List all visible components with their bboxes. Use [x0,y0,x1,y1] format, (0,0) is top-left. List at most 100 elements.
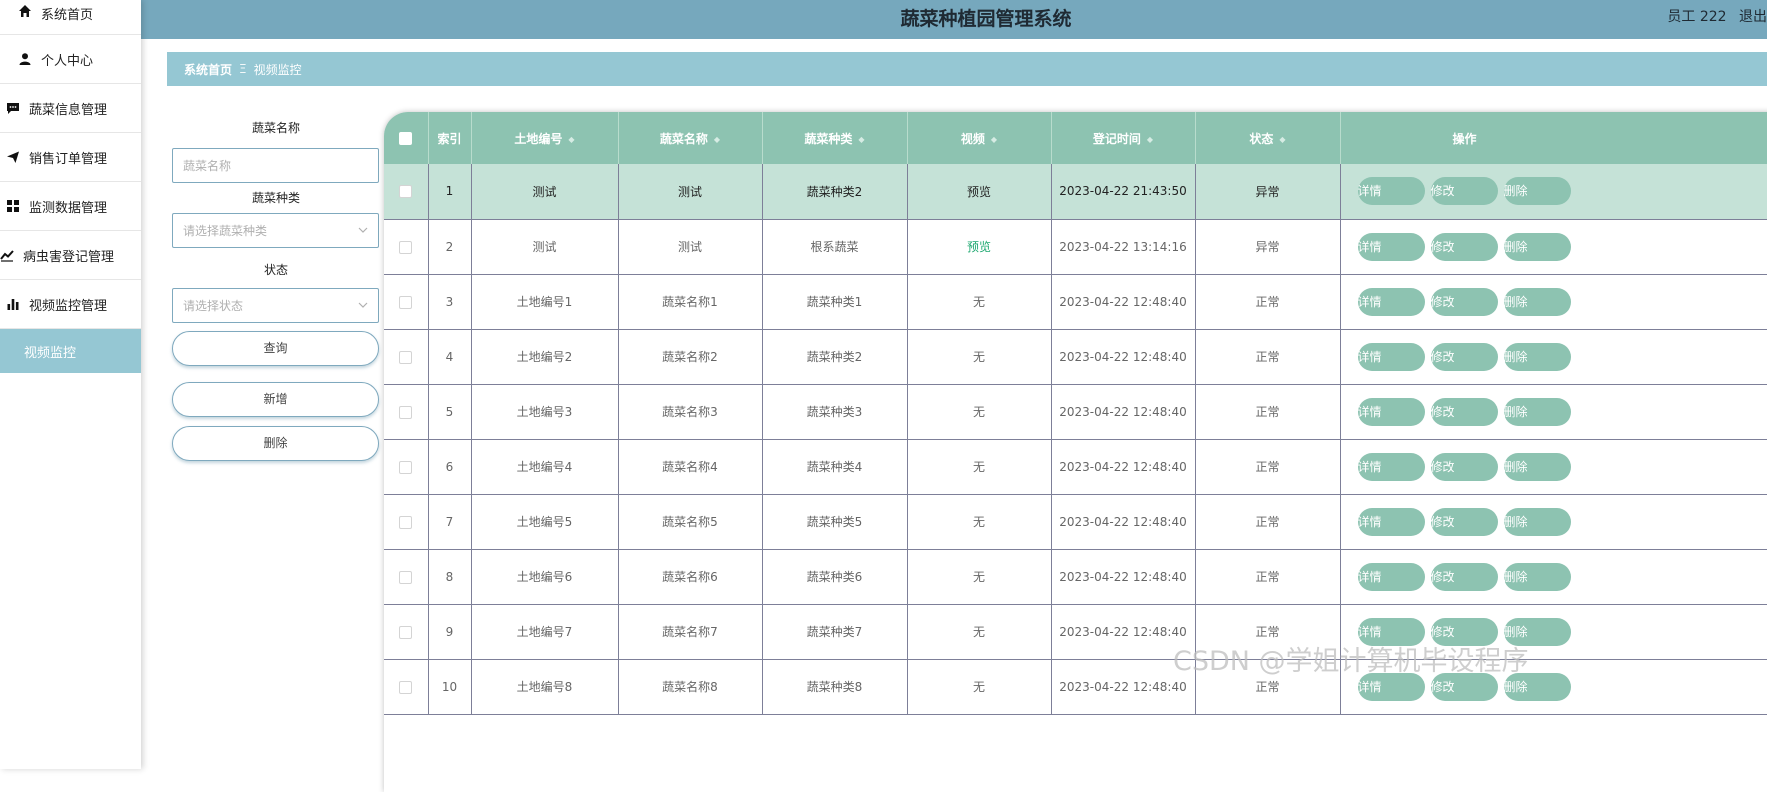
column-header[interactable]: 状态 ◆ [1195,112,1341,164]
edit-button[interactable]: 修改 [1430,452,1498,481]
detail-button[interactable]: 详情 [1357,177,1425,206]
table-row[interactable]: 6 土地编号4 蔬菜名称4 蔬菜种类4 无 2023-04-22 12:48:40 正常 详情… [384,439,1767,495]
column-header[interactable]: 蔬菜名称 ◆ [618,112,763,164]
register-time-cell: 2023-04-22 13:14:16 [1051,219,1196,275]
index-cell: 8 [428,549,472,605]
detail-button[interactable]: 详情 [1357,397,1425,426]
table-row[interactable]: 10 土地编号8 蔬菜名称8 蔬菜种类8 无 2023-04-22 12:48:40 正常详… [384,659,1767,715]
edit-button[interactable]: 修改 [1430,507,1498,536]
table-row[interactable]: 3 土地编号1 蔬菜名称1 蔬菜种类1 无 2023-04-22 12:48:40 正常 详情… [384,274,1767,330]
delete-button[interactable]: 删除 [1503,397,1571,426]
detail-button[interactable]: 详情 [1357,562,1425,591]
row-select-cell[interactable] [384,549,429,605]
video-cell[interactable]: 预览 [907,164,1052,220]
row-checkbox[interactable] [399,570,413,584]
row-select-cell[interactable] [384,439,429,495]
sort-icon[interactable]: ◆ [1279,135,1285,144]
column-header[interactable]: 土地编号 ◆ [471,112,619,164]
actions-cell: 详情 修改 删除 [1340,384,1767,440]
table-row[interactable]: 4 土地编号2 蔬菜名称2 蔬菜种类2 无 2023-04-22 12:48:40 正常 详情… [384,329,1767,385]
logout-link[interactable]: 退出 [1739,9,1767,25]
delete-button[interactable]: 删除 [1503,562,1571,591]
table-row[interactable]: 8 土地编号6 蔬菜名称6 蔬菜种类6 无 2023-04-22 12:48:40 正常 详情… [384,549,1767,605]
add-button[interactable]: 新增 [172,382,379,417]
column-header[interactable]: 蔬菜种类 ◆ [762,112,908,164]
video-cell[interactable]: 预览 [907,219,1052,275]
edit-button[interactable]: 修改 [1430,562,1498,591]
row-select-cell[interactable] [384,604,429,660]
status-select[interactable]: 请选择状态 [172,288,379,323]
row-select-cell[interactable] [384,659,429,715]
row-checkbox[interactable] [399,460,413,474]
row-checkbox[interactable] [399,295,413,309]
delete-button[interactable]: 删除 [1503,342,1571,371]
table-row[interactable]: 9 土地编号7 蔬菜名称7 蔬菜种类7 无 2023-04-22 12:48:40 正常 详情… [384,604,1767,660]
row-checkbox[interactable] [399,350,413,364]
table-row[interactable]: 7 土地编号5 蔬菜名称5 蔬菜种类5 无 2023-04-22 12:48:40 正常 详情… [384,494,1767,550]
row-checkbox[interactable] [399,240,413,254]
index-cell: 9 [428,604,472,660]
sidebar-item-pest-register[interactable]: 病虫害登记管理 [0,231,141,280]
edit-button[interactable]: 修改 [1430,232,1498,261]
row-checkbox[interactable] [399,515,413,529]
edit-button[interactable]: 修改 [1430,177,1498,206]
sidebar-item-profile[interactable]: 个人中心 [0,35,141,84]
sort-icon[interactable]: ◆ [568,135,574,144]
sidebar-item-monitoring-data[interactable]: 监测数据管理 [0,182,141,231]
column-header[interactable]: 登记时间 ◆ [1051,112,1196,164]
detail-button[interactable]: 详情 [1357,287,1425,316]
delete-button[interactable]: 删除 [1503,452,1571,481]
sidebar-item-vegetable-info[interactable]: 蔬菜信息管理 [0,84,141,133]
detail-button[interactable]: 详情 [1357,232,1425,261]
delete-button[interactable]: 删除 [1503,232,1571,261]
register-time-cell: 2023-04-22 12:48:40 [1051,494,1196,550]
sidebar-item-home[interactable]: 系统首页 [0,0,141,35]
select-all-checkbox[interactable] [399,132,413,145]
trend-icon [0,248,14,262]
breadcrumb-home[interactable]: 系统首页 [184,61,232,78]
detail-button[interactable]: 详情 [1357,507,1425,536]
row-select-cell[interactable] [384,494,429,550]
row-checkbox[interactable] [399,680,413,694]
sort-icon[interactable]: ◆ [858,135,864,144]
edit-button[interactable]: 修改 [1430,287,1498,316]
index-cell: 6 [428,439,472,495]
delete-button[interactable]: 删除 [1503,287,1571,316]
status-label: 状态 [263,263,288,277]
table-row[interactable]: 5 土地编号3 蔬菜名称3 蔬菜种类3 无 2023-04-22 12:48:40 正常 详情… [384,384,1767,440]
delete-button[interactable]: 删除 [1503,507,1571,536]
vegetable-name-input[interactable]: 蔬菜名称 [172,148,379,183]
select-all-cell[interactable] [384,112,429,164]
query-button[interactable]: 查询 [172,331,379,366]
grid-icon [6,199,20,213]
land-number-cell: 土地编号7 [471,604,619,660]
row-checkbox[interactable] [399,185,413,199]
detail-button[interactable]: 详情 [1357,452,1425,481]
edit-button[interactable]: 修改 [1430,397,1498,426]
detail-button[interactable]: 详情 [1357,342,1425,371]
edit-button[interactable]: 修改 [1430,342,1498,371]
sidebar-item-sales-orders[interactable]: 销售订单管理 [0,133,141,182]
sort-icon[interactable]: ◆ [714,135,720,144]
table-row[interactable]: 1 测试 测试 蔬菜种类2 预览 2023-04-22 21:43:50 异常 详情 修改 删除 [384,164,1767,220]
row-select-cell[interactable] [384,274,429,330]
row-select-cell[interactable] [384,219,429,275]
row-checkbox[interactable] [399,625,413,639]
sidebar-subitem-video-monitor[interactable]: 视频监控 [0,329,141,373]
sort-icon[interactable]: ◆ [1147,135,1153,144]
row-select-cell[interactable] [384,329,429,385]
vegetable-type-select[interactable]: 请选择蔬菜种类 [172,213,379,248]
delete-button[interactable]: 删除 [1503,177,1571,206]
row-select-cell[interactable] [384,384,429,440]
column-header[interactable]: 视频 ◆ [907,112,1052,164]
table-row[interactable]: 2 测试 测试 根系蔬菜 预览 2023-04-22 13:14:16 异常 详情 修改 删除 [384,219,1767,275]
sort-icon[interactable]: ◆ [991,135,997,144]
sidebar-item-video-management[interactable]: 视频监控管理 [0,280,141,329]
row-checkbox[interactable] [399,405,413,419]
vegetable-type-cell: 根系蔬菜 [762,219,908,275]
batch-delete-button[interactable]: 删除 [172,426,379,461]
video-cell: 无 [907,439,1052,495]
row-select-cell[interactable] [384,164,429,220]
register-time-cell: 2023-04-22 12:48:40 [1051,329,1196,385]
actions-cell: 详情 修改 删除 [1340,274,1767,330]
